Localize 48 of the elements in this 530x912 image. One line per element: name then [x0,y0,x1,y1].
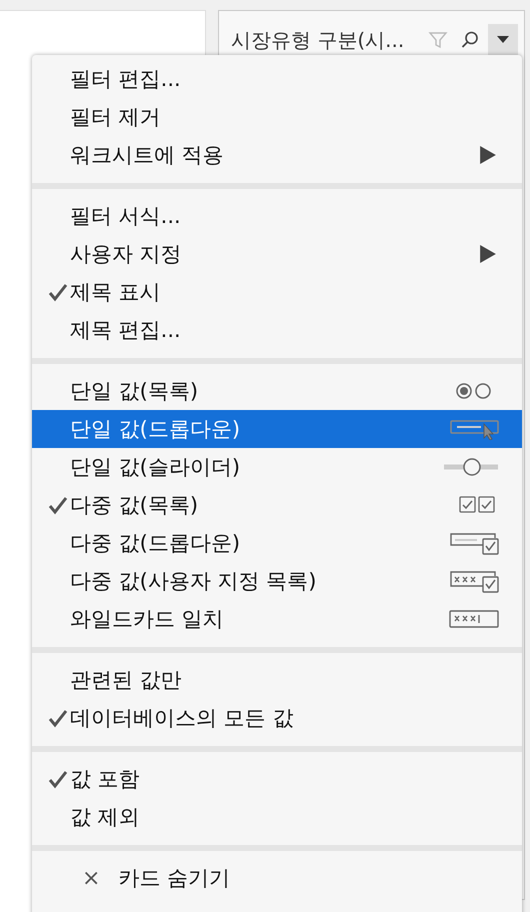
menu-item-label: 다중 값(드롭다운) [70,530,242,557]
menu-item-label: 사용자 지정 [70,241,183,268]
menu-item[interactable]: 사용자 지정 [32,235,522,273]
menu-item-label: 다중 값(사용자 지정 목록) [70,568,318,595]
dropdown-pointer-icon [448,418,500,440]
card-title: 시장유형 구분(시... [231,26,406,54]
menu-item[interactable]: 와일드카드 일치 [32,600,522,638]
menu-item-label: 필터 서식... [70,203,182,230]
dropdown-button[interactable] [488,24,518,56]
menu-item-label: 워크시트에 적용 [70,142,225,169]
menu-item-label: 관련된 값만 [70,667,183,694]
menu-item-label: 데이터베이스의 모든 값 [70,705,294,732]
menu-item[interactable]: 값 포함 [32,760,522,798]
menu-item-label: 제목 표시 [70,279,162,306]
menu-item-label: 필터 제거 [70,104,162,131]
menu-item-label: 필터 편집... [70,66,182,93]
menu-item[interactable]: 단일 값(목록) [32,372,522,410]
menu-item[interactable]: × 카드 숨기기 [32,859,522,897]
menu-item[interactable]: 단일 값(드롭다운) [32,410,522,448]
menu-item[interactable]: 필터 편집... [32,60,522,98]
menu-item[interactable]: 값 제외 [32,798,522,836]
menu-item[interactable]: 다중 값(목록) [32,486,522,524]
menu-item[interactable]: 다중 값(사용자 지정 목록) [32,562,522,600]
slider-icon [442,457,500,477]
menu-item[interactable]: 다중 값(드롭다운) [32,524,522,562]
menu-item[interactable]: 데이터베이스의 모든 값 [32,699,522,737]
text-field-icon [448,609,500,629]
menu-item[interactable]: 필터 서식... [32,197,522,235]
menu-item[interactable]: 단일 값(슬라이더) [32,448,522,486]
menu-item-label: 제목 편집... [70,317,182,344]
menu-item-label: 카드 숨기기 [118,865,232,892]
menu-item-label: 단일 값(슬라이더) [70,454,242,481]
caret-icon [497,36,509,44]
list-checkbox-icon [448,569,500,593]
menu-item[interactable]: 제목 표시 [32,273,522,311]
menu-item-label: 값 포함 [70,766,141,793]
menu-item-label: 단일 값(목록) [70,378,200,405]
search-icon[interactable] [460,30,480,50]
menu-item[interactable]: 관련된 값만 [32,661,522,699]
dropdown-checkbox-icon [448,531,500,555]
menu-item[interactable]: 워크시트에 적용 [32,136,522,174]
close-icon: × [82,866,100,890]
menu-item-label: 와일드카드 일치 [70,606,225,633]
menu-item-label: 단일 값(드롭다운) [70,416,242,443]
menu-item[interactable]: 제목 편집... [32,311,522,349]
menu-item-label: 값 제외 [70,804,141,831]
menu-item[interactable]: 필터 제거 [32,98,522,136]
menu-item-label: 다중 값(목록) [70,492,200,519]
